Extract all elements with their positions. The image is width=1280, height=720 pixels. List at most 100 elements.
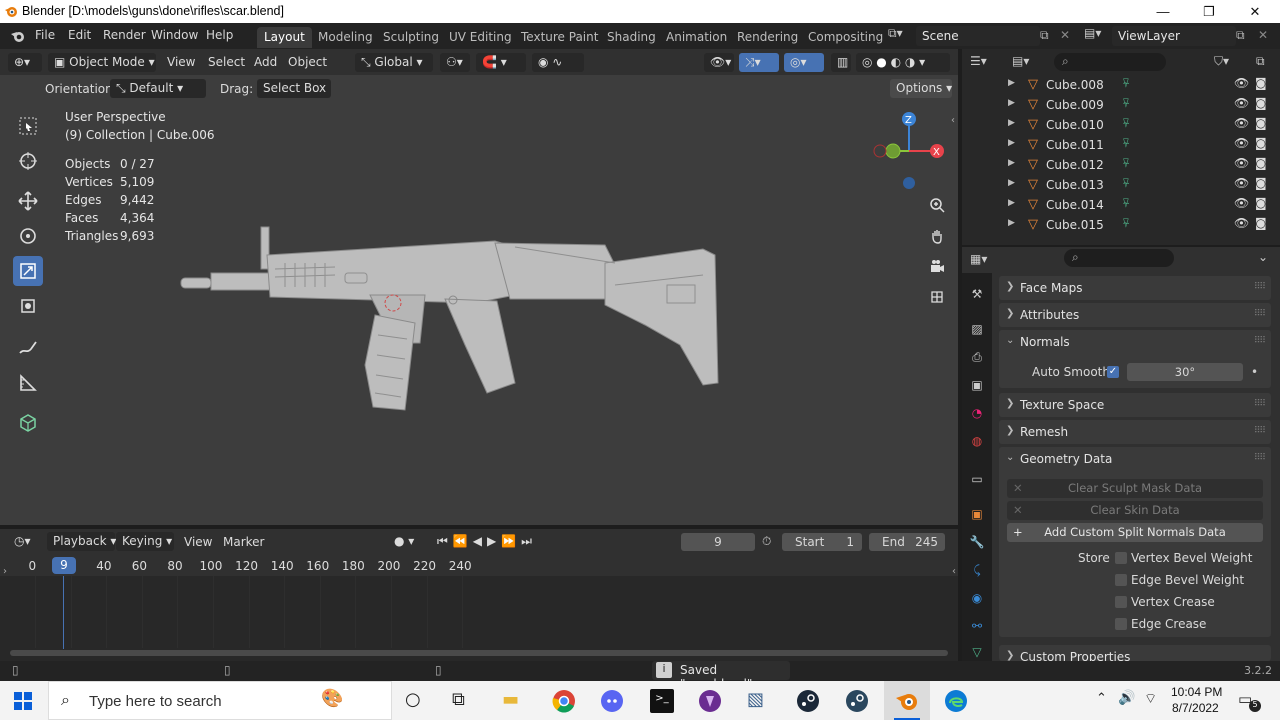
camera-icon[interactable]: ◙ bbox=[1255, 136, 1267, 150]
tool-settings-tab-icon[interactable]: ⚒ bbox=[968, 285, 986, 303]
cortana-icon[interactable]: ○ bbox=[405, 689, 429, 713]
taskbar-search-input[interactable]: ⌕ Type here to search 🎨 bbox=[48, 681, 392, 720]
tray-chevron-up-icon[interactable]: ⌃ bbox=[1096, 691, 1107, 706]
playback-controls[interactable]: ⏮⏪◀▶⏩⏭ bbox=[431, 532, 553, 551]
xray-icon[interactable]: ▥ bbox=[831, 53, 851, 72]
tray-date[interactable]: 8/7/2022 bbox=[1172, 701, 1219, 715]
tray-time[interactable]: 10:04 PM bbox=[1171, 685, 1222, 699]
expand-arrow-icon[interactable]: ▶ bbox=[1008, 98, 1015, 108]
current-frame-field[interactable]: 9 bbox=[681, 533, 755, 551]
outliner-editor-icon[interactable]: ☰▾ bbox=[970, 54, 1000, 72]
menu-render[interactable]: Render bbox=[103, 28, 146, 42]
drag-handle-icon[interactable]: ⠿⠿ bbox=[1254, 453, 1266, 463]
camera-icon[interactable]: ◙ bbox=[1255, 116, 1267, 130]
expand-arrow-icon[interactable]: ▶ bbox=[1008, 118, 1015, 128]
edge-bevel-weight-checkbox[interactable] bbox=[1115, 574, 1127, 586]
zoom-icon[interactable] bbox=[925, 193, 949, 217]
mode-dropdown[interactable]: ▣ Object Mode ▾ bbox=[48, 53, 156, 72]
eye-icon[interactable]: 👁 bbox=[1234, 176, 1249, 190]
select-box-tool[interactable] bbox=[13, 111, 43, 141]
timeline-editor-icon[interactable]: ◷▾ bbox=[8, 532, 42, 551]
panel-remesh[interactable]: ❯ Remesh ⠿⠿ bbox=[999, 420, 1271, 444]
display-mode-icon[interactable]: ▤▾ bbox=[1012, 54, 1044, 72]
menu-add[interactable]: Add bbox=[254, 55, 277, 69]
blender-menu-icon[interactable] bbox=[10, 29, 26, 43]
windows-start-icon[interactable] bbox=[14, 692, 32, 710]
output-tab-icon[interactable]: ⎙ bbox=[968, 348, 986, 366]
playhead-marker[interactable]: 9 bbox=[52, 557, 76, 574]
restore-button[interactable]: ❐ bbox=[1186, 0, 1232, 23]
stopwatch-icon[interactable]: ⏱ bbox=[762, 534, 771, 549]
tab-animation[interactable]: Animation bbox=[659, 27, 734, 48]
menu-help[interactable]: Help bbox=[206, 28, 233, 42]
minimize-button[interactable]: — bbox=[1140, 0, 1186, 23]
auto-keying-icon[interactable]: ● ▾ bbox=[388, 532, 424, 551]
outliner-row[interactable]: ▶ ▽ Cube.008 ⍫ 👁 ◙ bbox=[962, 75, 1272, 95]
expand-arrow-icon[interactable]: ▶ bbox=[1008, 178, 1015, 188]
expand-arrow-icon[interactable]: ▶ bbox=[1008, 198, 1015, 208]
gizmo-neg-z-icon[interactable] bbox=[903, 177, 915, 189]
eye-icon[interactable]: 👁 bbox=[1234, 216, 1249, 230]
wifi-icon[interactable]: ⌔ bbox=[1144, 690, 1157, 708]
add-cube-tool[interactable] bbox=[13, 407, 43, 437]
menu-view[interactable]: View bbox=[167, 55, 195, 69]
expand-arrow-icon[interactable]: ▶ bbox=[1008, 158, 1015, 168]
outliner-row[interactable]: ▶ ▽ Cube.013 ⍫ 👁 ◙ bbox=[962, 175, 1272, 195]
outliner-row[interactable]: ▶ ▽ Cube.011 ⍫ 👁 ◙ bbox=[962, 135, 1272, 155]
gizmo-y-icon[interactable] bbox=[885, 143, 901, 159]
visibility-icon[interactable]: 👁▾ bbox=[704, 53, 734, 72]
expand-arrow-icon[interactable]: ▶ bbox=[1008, 218, 1015, 228]
panel-face-maps[interactable]: ❯ Face Maps ⠿⠿ bbox=[999, 276, 1271, 300]
app-purple-icon[interactable] bbox=[698, 689, 722, 713]
properties-options-icon[interactable]: ⌄ bbox=[1258, 250, 1268, 264]
pivot-point-icon[interactable]: ⚇▾ bbox=[440, 53, 470, 72]
notifications-button[interactable]: ▭ 5 bbox=[1238, 690, 1261, 712]
mesh-data-icon[interactable]: ⍫ bbox=[1122, 196, 1130, 211]
view-layer-field[interactable]: ViewLayer bbox=[1112, 26, 1236, 46]
delete-scene-icon[interactable]: ✕ bbox=[1060, 28, 1070, 42]
chrome-icon[interactable] bbox=[552, 689, 576, 713]
camera-icon[interactable]: ◙ bbox=[1255, 76, 1267, 90]
overlays-toggle-icon[interactable]: ◎▾ bbox=[784, 53, 824, 72]
outliner-row[interactable]: ▶ ▽ Cube.012 ⍫ 👁 ◙ bbox=[962, 155, 1272, 175]
editor-type-button[interactable]: ⊕▾ bbox=[8, 53, 42, 72]
menu-object[interactable]: Object bbox=[288, 55, 327, 69]
clear-sculpt-mask-button[interactable]: ✕ Clear Sculpt Mask Data bbox=[1007, 479, 1263, 498]
view-layer-icon[interactable]: ▤▾ bbox=[1084, 26, 1110, 46]
eye-icon[interactable]: 👁 bbox=[1234, 196, 1249, 210]
vertex-bevel-weight-checkbox[interactable] bbox=[1115, 552, 1127, 564]
object-tab-icon[interactable]: ▣ bbox=[968, 505, 986, 523]
options-dropdown[interactable]: Options ▾ bbox=[890, 79, 952, 98]
mesh-data-icon[interactable]: ⍫ bbox=[1122, 96, 1130, 111]
eye-icon[interactable]: 👁 bbox=[1234, 116, 1249, 130]
snap-icon[interactable]: 🧲 ▾ bbox=[476, 53, 526, 72]
shading-mode-icons[interactable]: ◎ ● ◐ ◑ ▾ bbox=[856, 53, 950, 72]
mesh-data-icon[interactable]: ⍫ bbox=[1122, 156, 1130, 171]
task-view-icon[interactable]: ⧉ bbox=[452, 689, 476, 713]
outliner-row[interactable]: ▶ ▽ Cube.014 ⍫ 👁 ◙ bbox=[962, 195, 1272, 215]
scene-field[interactable]: Scene bbox=[916, 26, 1040, 46]
start-frame-field[interactable]: Start 1 bbox=[782, 533, 862, 551]
scale-tool[interactable] bbox=[13, 256, 43, 286]
drag-handle-icon[interactable]: ⠿⠿ bbox=[1254, 309, 1266, 319]
physics-tab-icon[interactable]: ◉ bbox=[968, 589, 986, 607]
measure-tool[interactable] bbox=[13, 368, 43, 398]
move-tool[interactable] bbox=[13, 186, 43, 216]
tab-shading[interactable]: Shading bbox=[600, 27, 663, 48]
tab-uv-editing[interactable]: UV Editing bbox=[442, 27, 519, 48]
steam-alt-icon[interactable] bbox=[845, 689, 869, 713]
auto-smooth-checkbox[interactable]: ✓ bbox=[1107, 366, 1119, 378]
gizmo-neg-x-icon[interactable] bbox=[873, 144, 887, 158]
constraints-tab-icon[interactable]: ⚯ bbox=[968, 617, 986, 635]
discord-icon[interactable] bbox=[600, 689, 624, 713]
tab-texture-paint[interactable]: Texture Paint bbox=[514, 27, 605, 48]
eye-icon[interactable]: 👁 bbox=[1234, 156, 1249, 170]
new-collection-icon[interactable]: ⧉ bbox=[1256, 54, 1265, 69]
render-tab-icon[interactable]: ▨ bbox=[968, 320, 986, 338]
outliner-search-input[interactable]: ⌕ bbox=[1054, 53, 1166, 71]
delete-view-layer-icon[interactable]: ✕ bbox=[1258, 28, 1268, 42]
volume-icon[interactable]: 🔊 bbox=[1118, 690, 1135, 706]
camera-icon[interactable]: ◙ bbox=[1255, 196, 1267, 210]
keying-dropdown[interactable]: Keying ▾ bbox=[116, 532, 174, 551]
blender-taskbar-button[interactable] bbox=[884, 681, 930, 720]
